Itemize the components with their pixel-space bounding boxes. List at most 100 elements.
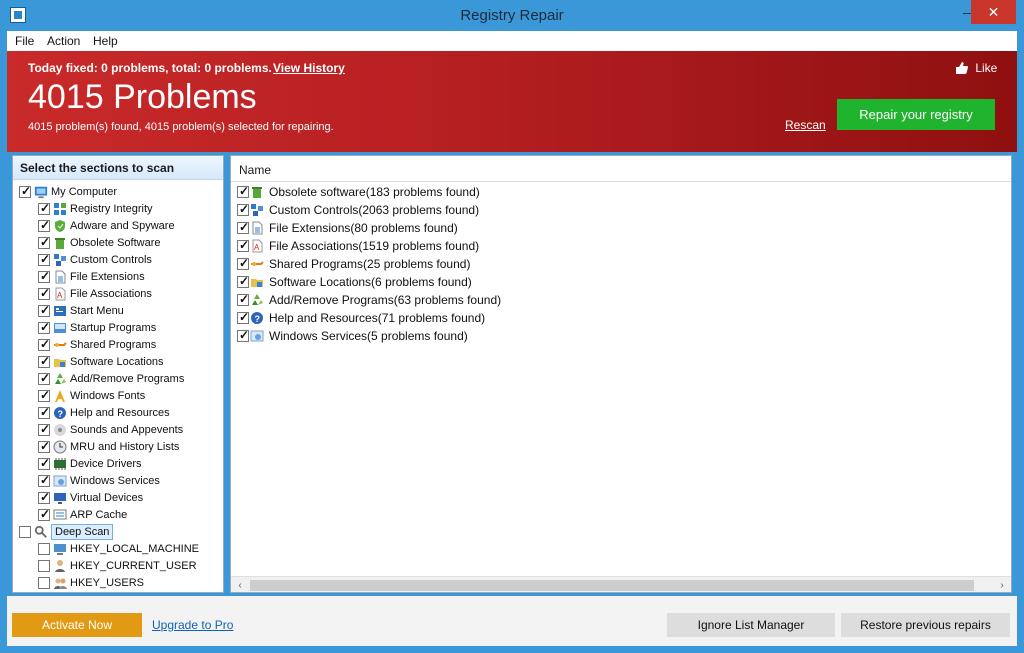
section-checkbox[interactable] xyxy=(38,507,50,521)
scroll-right-button[interactable]: › xyxy=(994,578,1010,592)
svg-text:A: A xyxy=(57,291,63,300)
title-bar[interactable]: Registry Repair — ✕ xyxy=(0,0,1024,31)
section-checkbox[interactable] xyxy=(38,337,50,351)
result-label: Obsolete software(183 problems found) xyxy=(269,185,480,199)
scan-sections-panel: Select the sections to scan My Computer R… xyxy=(12,155,224,593)
like-button[interactable]: Like xyxy=(955,61,997,75)
result-checkbox[interactable] xyxy=(237,328,249,342)
result-checkbox[interactable] xyxy=(237,292,249,306)
section-checkbox[interactable] xyxy=(38,201,50,215)
section-checkbox[interactable] xyxy=(38,286,50,300)
sound-icon xyxy=(53,423,67,437)
section-label: Software Locations xyxy=(70,356,164,368)
restore-previous-repairs-button[interactable]: Restore previous repairs xyxy=(841,613,1010,637)
driver-icon xyxy=(53,457,67,471)
section-label: Deep Scan xyxy=(51,524,114,540)
controls-icon xyxy=(250,203,264,217)
result-label: Windows Services(5 problems found) xyxy=(269,329,468,343)
computer-key-icon xyxy=(53,542,67,556)
section-label: Startup Programs xyxy=(70,322,157,334)
section-label: Sounds and Appevents xyxy=(70,424,184,436)
section-checkbox[interactable] xyxy=(38,405,50,419)
help-icon: ? xyxy=(250,311,264,325)
result-label: Add/Remove Programs(63 problems found) xyxy=(269,293,502,307)
section-label: ARP Cache xyxy=(70,509,128,521)
network-icon xyxy=(53,508,67,522)
close-button[interactable]: ✕ xyxy=(971,0,1016,24)
result-checkbox[interactable] xyxy=(237,202,249,216)
section-checkbox[interactable] xyxy=(19,184,31,198)
ignore-list-manager-button[interactable]: Ignore List Manager xyxy=(667,613,835,637)
user-key-icon xyxy=(53,559,67,573)
section-label: Registry Integrity xyxy=(70,203,153,215)
problem-summary-text: 4015 problem(s) found, 4015 problem(s) s… xyxy=(28,121,334,133)
section-checkbox[interactable] xyxy=(38,456,50,470)
result-label: Custom Controls(2063 problems found) xyxy=(269,203,480,217)
section-checkbox[interactable] xyxy=(38,388,50,402)
section-checkbox[interactable] xyxy=(38,490,50,504)
section-checkbox[interactable] xyxy=(38,422,50,436)
section-label: HKEY_USERS xyxy=(70,577,144,589)
shared-programs-icon xyxy=(53,338,67,352)
section-checkbox[interactable] xyxy=(38,473,50,487)
today-fixed-text: Today fixed: 0 problems, total: 0 proble… xyxy=(28,61,272,75)
result-label: File Extensions(80 problems found) xyxy=(269,221,458,235)
deep-scan-icon xyxy=(34,525,48,539)
section-label: Adware and Spyware xyxy=(70,220,175,232)
section-checkbox[interactable] xyxy=(38,252,50,266)
results-name-column-header[interactable]: Name xyxy=(231,156,1011,182)
menu-help[interactable]: Help xyxy=(93,34,118,48)
result-checkbox[interactable] xyxy=(237,256,249,270)
section-label: Add/Remove Programs xyxy=(70,373,185,385)
result-checkbox[interactable] xyxy=(237,220,249,234)
recycle-bin-icon xyxy=(250,185,264,199)
section-label: Windows Services xyxy=(70,475,160,487)
repair-registry-button[interactable]: Repair your registry xyxy=(837,99,995,130)
document-icon xyxy=(53,270,67,284)
section-checkbox[interactable] xyxy=(38,560,50,572)
menu-action[interactable]: Action xyxy=(47,34,80,48)
file-association-icon: A xyxy=(53,287,67,301)
section-checkbox[interactable] xyxy=(38,320,50,334)
section-checkbox[interactable] xyxy=(38,577,50,589)
menu-file[interactable]: File xyxy=(15,34,34,48)
result-checkbox[interactable] xyxy=(237,274,249,288)
problems-count: 4015 Problems xyxy=(28,78,257,116)
start-menu-icon xyxy=(53,304,67,318)
section-label: Virtual Devices xyxy=(70,492,144,504)
section-checkbox[interactable] xyxy=(38,269,50,283)
font-icon xyxy=(53,389,67,403)
result-checkbox[interactable] xyxy=(237,310,249,324)
section-label: Start Menu xyxy=(70,305,124,317)
document-icon xyxy=(250,221,264,235)
scroll-thumb[interactable] xyxy=(250,580,974,591)
scroll-left-button[interactable]: ‹ xyxy=(232,578,248,592)
section-checkbox[interactable] xyxy=(38,354,50,368)
result-checkbox[interactable] xyxy=(237,184,249,198)
section-checkbox[interactable] xyxy=(38,218,50,232)
services-icon xyxy=(53,474,67,488)
section-label: Obsolete Software xyxy=(70,237,161,249)
section-label: HKEY_CURRENT_USER xyxy=(70,560,197,572)
section-label: Windows Fonts xyxy=(70,390,146,402)
recycle-bin-icon xyxy=(53,236,67,250)
rescan-link[interactable]: Rescan xyxy=(785,118,826,132)
section-checkbox[interactable] xyxy=(38,371,50,385)
upgrade-to-pro-link[interactable]: Upgrade to Pro xyxy=(152,618,233,632)
results-panel: Name Obsolete software(183 problems foun… xyxy=(230,155,1012,593)
activate-now-button[interactable]: Activate Now xyxy=(12,613,142,637)
section-checkbox[interactable] xyxy=(38,303,50,317)
blocks-icon xyxy=(53,202,67,216)
section-checkbox[interactable] xyxy=(38,439,50,453)
section-checkbox[interactable] xyxy=(38,235,50,249)
history-icon xyxy=(53,440,67,454)
view-history-link[interactable]: View History xyxy=(273,61,345,75)
section-checkbox[interactable] xyxy=(38,543,50,555)
section-checkbox[interactable] xyxy=(19,526,31,538)
horizontal-scrollbar[interactable]: ‹ › xyxy=(231,576,1011,592)
result-checkbox[interactable] xyxy=(237,238,249,252)
result-label: Help and Resources(71 problems found) xyxy=(269,311,486,325)
section-label: Device Drivers xyxy=(70,458,142,470)
problem-summary-banner: Today fixed: 0 problems, total: 0 proble… xyxy=(7,51,1017,152)
result-label: File Associations(1519 problems found) xyxy=(269,239,480,253)
